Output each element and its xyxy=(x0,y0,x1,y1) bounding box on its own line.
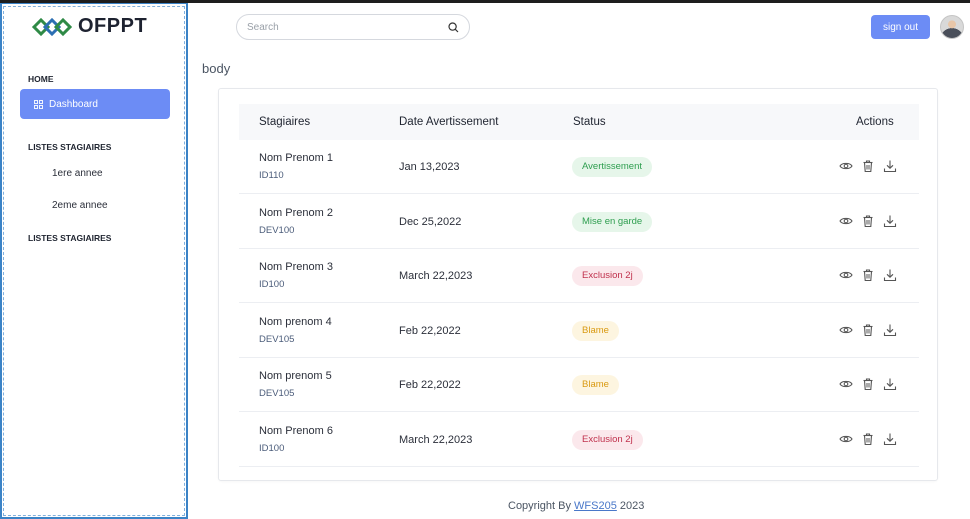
stagiaires-table-card: Stagiaires Date Avertissement Status Act… xyxy=(218,88,938,481)
sidebar: OFPPT HOME Dashboard LISTES STAGIAIRES 1… xyxy=(0,3,188,519)
column-header-status[interactable]: Status xyxy=(573,116,606,128)
trash-icon[interactable] xyxy=(861,268,875,282)
grid-icon xyxy=(34,99,43,109)
sidebar-heading-home: HOME xyxy=(28,74,54,84)
eye-icon[interactable] xyxy=(839,268,853,282)
row-actions xyxy=(839,268,897,282)
avertissement-date: Jan 13,2023 xyxy=(399,161,460,173)
brand-name: OFPPT xyxy=(78,15,148,37)
status-badge: Avertissement xyxy=(572,157,653,177)
search-input[interactable] xyxy=(247,21,448,33)
column-header-actions: Actions xyxy=(856,116,894,128)
row-actions xyxy=(839,323,897,337)
sidebar-heading-listes-stagiaires: LISTES STAGIAIRES xyxy=(28,142,112,152)
stagiaire-name: Nom Prenom 2 xyxy=(259,206,333,219)
sidebar-item-dashboard[interactable]: Dashboard xyxy=(20,89,170,119)
stagiaire-id: DEV105 xyxy=(259,333,295,345)
table-row: Nom prenom 5 DEV105 Feb 22,2022 Blame xyxy=(239,358,919,413)
row-actions xyxy=(839,377,897,391)
stagiaire-id: ID100 xyxy=(259,279,285,291)
sidebar-item-2eme-annee[interactable]: 2eme annee xyxy=(52,200,108,211)
stagiaire-name: Nom prenom 5 xyxy=(259,370,332,383)
search-icon[interactable] xyxy=(448,21,459,33)
stagiaire-id: DEV100 xyxy=(259,224,295,236)
sidebar-item-dashboard-label: Dashboard xyxy=(49,98,98,110)
status-badge: Exclusion 2j xyxy=(572,430,643,450)
stagiaire-id: ID110 xyxy=(259,170,284,181)
status-badge: Mise en garde xyxy=(572,211,653,232)
avertissement-date: Feb 22,2022 xyxy=(399,324,461,337)
download-icon[interactable] xyxy=(883,323,897,337)
page-title: body xyxy=(202,61,231,76)
brand-logo[interactable]: OFPPT xyxy=(32,15,147,38)
ofppt-logo-icon xyxy=(32,17,72,36)
download-icon[interactable] xyxy=(883,268,897,282)
eye-icon[interactable] xyxy=(839,214,853,228)
eye-icon[interactable] xyxy=(839,432,853,446)
eye-icon[interactable] xyxy=(839,323,853,337)
download-icon[interactable] xyxy=(883,159,897,173)
table-header: Stagiaires Date Avertissement Status Act… xyxy=(239,104,919,140)
eye-icon[interactable] xyxy=(839,159,853,173)
stagiaire-name: Nom Prenom 1 xyxy=(259,152,333,164)
avertissement-date: Feb 22,2022 xyxy=(399,379,461,392)
status-badge: Blame xyxy=(572,320,619,341)
sidebar-item-1ere-annee[interactable]: 1ere annee xyxy=(52,168,103,179)
stagiaire-id: ID100 xyxy=(259,443,285,454)
trash-icon[interactable] xyxy=(861,159,875,173)
search-bar xyxy=(236,14,470,40)
footer-year: 2023 xyxy=(619,500,645,512)
footer-link[interactable]: WFS205 xyxy=(574,500,617,512)
avertissement-date: March 22,2023 xyxy=(399,270,473,283)
row-actions xyxy=(839,159,897,173)
table-row: Nom Prenom 3 ID100 March 22,2023 Exclusion … xyxy=(239,249,919,304)
avertissement-date: March 22,2023 xyxy=(399,434,473,446)
column-header-stagiaires[interactable]: Stagiaires xyxy=(259,116,310,128)
table-row: Nom Prenom 1 ID110 Jan 13,2023 Avertissemen… xyxy=(239,140,919,194)
trash-icon[interactable] xyxy=(861,432,875,446)
footer: Copyright By WFS205 2023 xyxy=(508,500,644,512)
download-icon[interactable] xyxy=(883,377,897,391)
table-row: Nom prenom 4 DEV105 Feb 22,2022 Blame xyxy=(239,304,919,358)
trash-icon[interactable] xyxy=(861,377,875,391)
table-row: Nom Prenom 2 DEV100 Dec 25,2022 Mise en gar… xyxy=(239,195,919,249)
row-actions xyxy=(839,214,897,228)
status-badge: Blame xyxy=(572,375,619,396)
download-icon[interactable] xyxy=(883,214,897,228)
eye-icon[interactable] xyxy=(839,377,853,391)
sign-out-button[interactable]: sign out xyxy=(871,15,930,39)
status-badge: Exclusion 2j xyxy=(572,266,643,287)
trash-icon[interactable] xyxy=(861,323,875,337)
stagiaire-name: Nom Prenom 3 xyxy=(259,261,333,274)
stagiaire-id: DEV105 xyxy=(259,388,295,400)
footer-copyright: Copyright By xyxy=(508,500,571,512)
download-icon[interactable] xyxy=(883,432,897,446)
row-actions xyxy=(839,432,897,446)
stagiaire-name: Nom Prenom 6 xyxy=(259,425,333,437)
column-header-date[interactable]: Date Avertissement xyxy=(399,116,499,128)
user-avatar[interactable] xyxy=(940,15,964,39)
table-row: Nom Prenom 6 ID100 March 22,2023 Exclusion … xyxy=(239,413,919,467)
stagiaire-name: Nom prenom 4 xyxy=(259,315,332,328)
trash-icon[interactable] xyxy=(861,214,875,228)
avertissement-date: Dec 25,2022 xyxy=(399,215,462,228)
sidebar-heading-listes-stagiaires-2[interactable]: LISTES STAGIAIRES xyxy=(28,233,111,243)
